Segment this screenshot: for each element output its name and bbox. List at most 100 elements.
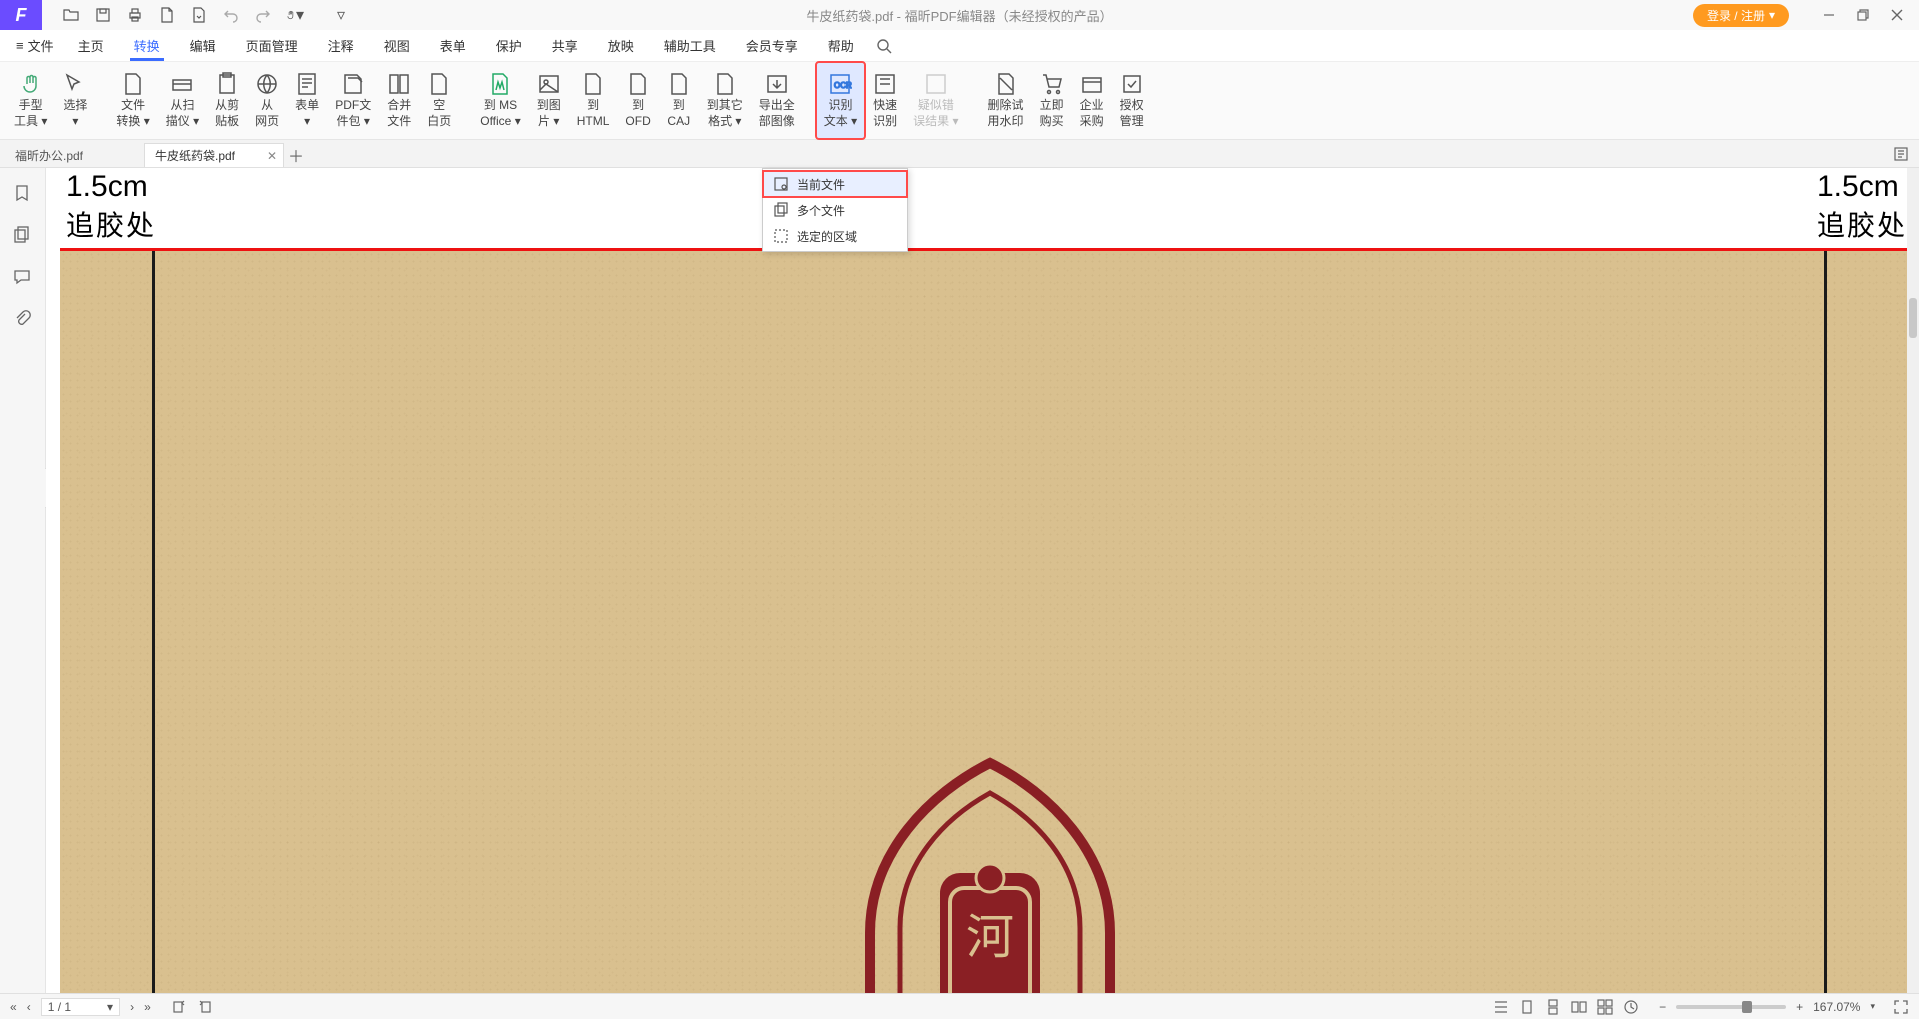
merge-files-button[interactable]: 合并文件 xyxy=(379,62,419,139)
menu-help[interactable]: 帮助 xyxy=(814,30,868,61)
view-facing-cont-icon[interactable] xyxy=(1597,999,1613,1015)
menu-protect[interactable]: 保护 xyxy=(482,30,536,61)
document-tabs: 福昕办公.pdf 牛皮纸药袋.pdf✕ ＋ xyxy=(0,140,1919,168)
workspace: ▶ 1.5cm 追胶处 1.5cm 追胶处 xyxy=(0,168,1919,993)
overflow-icon[interactable]: ▿ xyxy=(332,6,350,24)
fast-ocr-button[interactable]: 快速识别 xyxy=(865,62,905,139)
minimize-button[interactable] xyxy=(1821,7,1837,23)
view-single-icon[interactable] xyxy=(1519,999,1535,1015)
menu-home[interactable]: 主页 xyxy=(64,30,118,61)
save-icon[interactable] xyxy=(94,6,112,24)
menu-share[interactable]: 共享 xyxy=(538,30,592,61)
dd-selected-area[interactable]: 选定的区域 xyxy=(763,223,907,249)
export-icon[interactable] xyxy=(190,6,208,24)
buy-now-button[interactable]: 立即购买 xyxy=(1032,62,1072,139)
view-list-icon[interactable] xyxy=(1493,999,1509,1015)
open-icon[interactable] xyxy=(62,6,80,24)
to-other-button[interactable]: 到其它格式 ▾ xyxy=(699,62,751,139)
from-clipboard-button[interactable]: 从剪贴板 xyxy=(207,62,247,139)
menu-toggle[interactable]: ≡文件 xyxy=(8,36,62,55)
menu-annotate[interactable]: 注释 xyxy=(314,30,368,61)
bookmark-icon[interactable] xyxy=(13,184,33,204)
dd-current-file[interactable]: 当前文件 xyxy=(763,171,907,197)
zoom-out-button[interactable]: − xyxy=(1659,1000,1666,1014)
menubar: ≡文件 主页 转换 编辑 页面管理 注释 视图 表单 保护 共享 放映 辅助工具… xyxy=(0,30,1919,62)
window-title: 牛皮纸药袋.pdf - 福昕PDF编辑器（未经授权的产品） xyxy=(806,6,1112,25)
canvas[interactable]: 1.5cm 追胶处 1.5cm 追胶处 xyxy=(46,168,1919,993)
first-page-button[interactable]: « xyxy=(10,1000,17,1014)
undo-icon[interactable] xyxy=(222,6,240,24)
next-page-button[interactable]: › xyxy=(130,1000,134,1014)
quick-access-toolbar: ▾ ▿ xyxy=(42,6,350,24)
menu-present[interactable]: 放映 xyxy=(594,30,648,61)
enterprise-button[interactable]: 企业采购 xyxy=(1072,62,1112,139)
to-ofd-button[interactable]: 到OFD xyxy=(617,62,658,139)
remove-watermark-button[interactable]: 删除试用水印 xyxy=(980,62,1032,139)
print-icon[interactable] xyxy=(126,6,144,24)
select-tool-button[interactable]: 选择▾ xyxy=(55,62,95,139)
fold-line-left xyxy=(152,251,155,993)
hand-tool-button[interactable]: 手型工具 ▾ xyxy=(6,62,55,139)
properties-icon[interactable] xyxy=(1893,146,1909,162)
menu-vip[interactable]: 会员专享 xyxy=(732,30,812,61)
fullscreen-icon[interactable] xyxy=(1893,999,1909,1015)
page-input[interactable]: 1 / 1▾ xyxy=(41,998,120,1016)
from-webpage-button[interactable]: 从网页 xyxy=(247,62,287,139)
dd-multiple-files[interactable]: 多个文件 xyxy=(763,197,907,223)
last-page-button[interactable]: » xyxy=(144,1000,151,1014)
titlebar: F ▾ ▿ 牛皮纸药袋.pdf - 福昕PDF编辑器（未经授权的产品） 登录 /… xyxy=(0,0,1919,30)
zoom-in-button[interactable]: + xyxy=(1796,1000,1803,1014)
sidebar: ▶ xyxy=(0,168,46,993)
statusbar: « ‹ 1 / 1▾ › » − + 167.07%▾ xyxy=(0,993,1919,1019)
ribbon: 手型工具 ▾ 选择▾ 文件转换 ▾ 从扫描仪 ▾ 从剪贴板 从网页 表单▾ PD… xyxy=(0,62,1919,140)
blank-page-button[interactable]: 空白页 xyxy=(419,62,459,139)
menu-view[interactable]: 视图 xyxy=(370,30,424,61)
add-tab-button[interactable]: ＋ xyxy=(284,143,308,167)
suspect-results-button[interactable]: 疑似错误结果 ▾ xyxy=(905,62,966,139)
attachment-icon[interactable] xyxy=(13,310,33,330)
docs-icon xyxy=(773,202,789,218)
zoom-slider[interactable] xyxy=(1676,1005,1786,1009)
to-html-button[interactable]: 到HTML xyxy=(569,62,618,139)
rotate-left-icon[interactable] xyxy=(171,999,187,1015)
view-continuous-icon[interactable] xyxy=(1545,999,1561,1015)
file-convert-button[interactable]: 文件转换 ▾ xyxy=(108,62,157,139)
app-logo: F xyxy=(0,0,42,30)
from-scanner-button[interactable]: 从扫描仪 ▾ xyxy=(158,62,207,139)
close-tab-icon[interactable]: ✕ xyxy=(267,149,277,163)
menu-page-manage[interactable]: 页面管理 xyxy=(232,30,312,61)
menu-form[interactable]: 表单 xyxy=(426,30,480,61)
rotate-right-icon[interactable] xyxy=(197,999,213,1015)
page-content: 1.5cm 追胶处 1.5cm 追胶处 xyxy=(60,168,1919,993)
zoom-value[interactable]: 167.07% xyxy=(1813,1000,1860,1014)
prev-page-button[interactable]: ‹ xyxy=(27,1000,31,1014)
login-button[interactable]: 登录 / 注册▾ xyxy=(1693,4,1789,27)
comment-icon[interactable] xyxy=(13,268,33,288)
to-msoffice-button[interactable]: 到 MSOffice ▾ xyxy=(472,62,528,139)
to-image-button[interactable]: 到图片 ▾ xyxy=(529,62,569,139)
close-button[interactable] xyxy=(1889,7,1905,23)
hand-icon[interactable]: ▾ xyxy=(286,6,304,24)
fold-line-right xyxy=(1824,251,1827,993)
new-doc-icon[interactable] xyxy=(158,6,176,24)
kraft-background: 河 xyxy=(60,251,1919,993)
doc-tab[interactable]: 牛皮纸药袋.pdf✕ xyxy=(144,143,284,167)
form-button[interactable]: 表单▾ xyxy=(287,62,327,139)
license-button[interactable]: 授权管理 xyxy=(1112,62,1152,139)
search-icon[interactable] xyxy=(876,38,892,54)
export-images-button[interactable]: 导出全部图像 xyxy=(751,62,803,139)
ocr-text-button[interactable]: OCR识别文本 ▾ xyxy=(816,62,865,139)
reflow-icon[interactable] xyxy=(1623,999,1639,1015)
vertical-scrollbar[interactable] xyxy=(1907,168,1919,993)
redo-icon[interactable] xyxy=(254,6,272,24)
to-caj-button[interactable]: 到CAJ xyxy=(659,62,699,139)
view-facing-icon[interactable] xyxy=(1571,999,1587,1015)
menu-accessibility[interactable]: 辅助工具 xyxy=(650,30,730,61)
pdf-package-button[interactable]: PDF文件包 ▾ xyxy=(327,62,379,139)
maximize-button[interactable] xyxy=(1855,7,1871,23)
menu-edit[interactable]: 编辑 xyxy=(176,30,230,61)
doc-tab[interactable]: 福昕办公.pdf xyxy=(4,143,144,167)
pages-icon[interactable] xyxy=(13,226,33,246)
doc-icon xyxy=(773,176,789,192)
menu-convert[interactable]: 转换 xyxy=(120,30,174,61)
